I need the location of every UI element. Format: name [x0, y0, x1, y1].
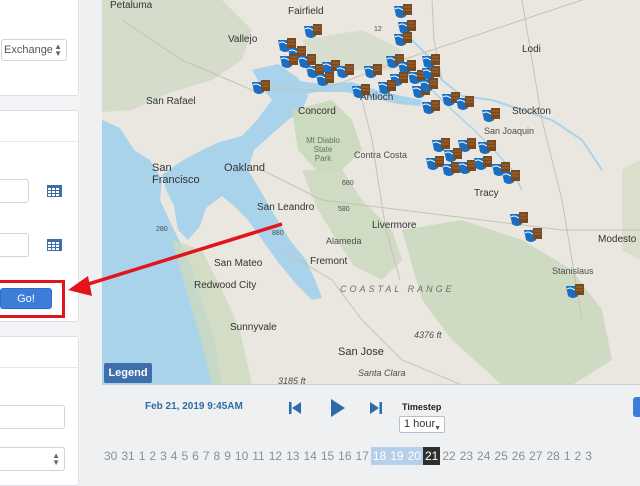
day-cell[interactable]: 1: [137, 447, 148, 465]
end-date-input[interactable]: [0, 233, 29, 257]
legend-button[interactable]: Legend: [104, 363, 152, 383]
select-arrows-icon: ▲ ▼: [52, 451, 60, 467]
day-cell[interactable]: 7: [201, 447, 212, 465]
day-cell[interactable]: 2: [573, 447, 584, 465]
start-date-input[interactable]: [0, 179, 29, 203]
calendar-icon[interactable]: [47, 185, 62, 197]
day-cell[interactable]: 2: [147, 447, 158, 465]
play-icon[interactable]: [330, 398, 346, 418]
station-markers: [251, 3, 585, 299]
exchange-select[interactable]: Exchange ▲ ▼: [1, 39, 67, 61]
timestep-label: Timestep: [402, 402, 442, 412]
sidebar-card-top: Exchange ▲ ▼: [0, 0, 79, 96]
day-cell[interactable]: 17: [354, 447, 371, 465]
current-datetime: Feb 21, 2019 9:45AM: [145, 401, 243, 412]
day-cell[interactable]: 9: [222, 447, 233, 465]
day-cell[interactable]: 8: [212, 447, 223, 465]
day-cell[interactable]: 5: [179, 447, 190, 465]
day-cell[interactable]: 3: [583, 447, 594, 465]
day-cell[interactable]: 25: [492, 447, 509, 465]
day-cell[interactable]: 24: [475, 447, 492, 465]
day-cell[interactable]: 27: [527, 447, 544, 465]
day-cell[interactable]: 21: [422, 447, 441, 465]
filter-select[interactable]: ▲ ▼: [0, 447, 65, 471]
exchange-select-value: Exchange: [4, 44, 53, 56]
day-cell[interactable]: 31: [119, 447, 136, 465]
card-divider: [0, 367, 78, 368]
calendar-icon[interactable]: [47, 239, 62, 251]
card-divider: [0, 141, 78, 142]
skip-forward-icon[interactable]: [369, 401, 383, 415]
day-cell[interactable]: 28: [544, 447, 561, 465]
day-cell[interactable]: 3: [158, 447, 169, 465]
day-cell[interactable]: 12: [267, 447, 284, 465]
day-cell[interactable]: 19: [388, 447, 406, 465]
day-cell[interactable]: 15: [319, 447, 336, 465]
timestep-value: 1 hour: [404, 418, 436, 430]
day-cell[interactable]: 13: [284, 447, 301, 465]
station-marker-group: [251, 3, 585, 299]
day-cell[interactable]: 6: [190, 447, 201, 465]
control-sidebar: Exchange ▲ ▼ ▲ ▼: [0, 0, 80, 486]
map-view[interactable]: Petaluma Fairfield 12 Vallejo Lodi San R…: [102, 0, 640, 385]
day-cell[interactable]: 1: [562, 447, 573, 465]
day-cell[interactable]: 16: [336, 447, 353, 465]
timestep-select[interactable]: 1 hour ▼: [399, 416, 445, 433]
select-arrows-icon: ▲ ▼: [54, 42, 62, 58]
day-cell[interactable]: 14: [301, 447, 318, 465]
right-panel-toggle[interactable]: [633, 397, 640, 417]
day-cell[interactable]: 26: [510, 447, 527, 465]
day-cell[interactable]: 23: [458, 447, 475, 465]
day-cell[interactable]: 18: [370, 447, 389, 465]
day-cell[interactable]: 20: [405, 447, 423, 465]
annotation-highlight-box: [0, 280, 65, 318]
sidebar-card-bottom: ▲ ▼: [0, 336, 79, 486]
day-cell[interactable]: 30: [102, 447, 119, 465]
day-cell[interactable]: 4: [169, 447, 180, 465]
select-arrows-icon: ▼: [434, 425, 441, 432]
day-strip: 30 31 1 2 3 4 5 6 7 8 9 10 11 12 13 14 15 16 17 18 19 20 21 22 2…: [102, 447, 594, 465]
filter-input[interactable]: [0, 405, 65, 429]
day-cell[interactable]: 11: [250, 447, 266, 465]
day-cell[interactable]: 22: [440, 447, 457, 465]
skip-back-icon[interactable]: [288, 401, 302, 415]
day-cell[interactable]: 10: [233, 447, 250, 465]
